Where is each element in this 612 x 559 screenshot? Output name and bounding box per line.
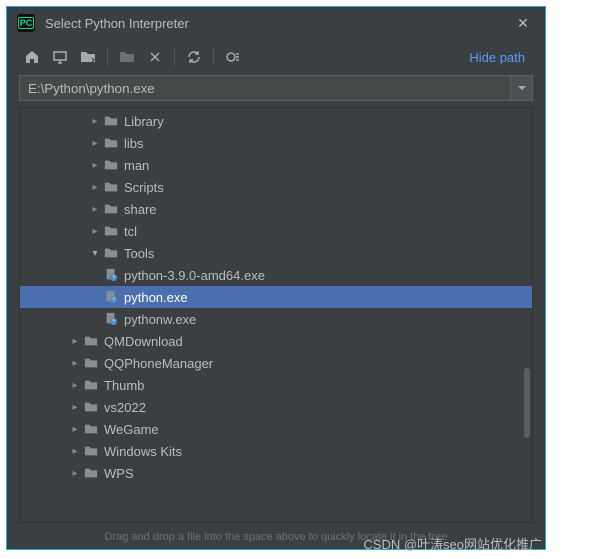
tree-folder[interactable]: ▸ WeGame <box>20 418 532 440</box>
tree-file[interactable]: ? python.exe <box>20 286 532 308</box>
tree-folder[interactable]: ▸ Scripts <box>20 176 532 198</box>
tree-folder[interactable]: ▸ tcl <box>20 220 532 242</box>
toolbar: Hide path <box>7 39 545 75</box>
expand-chevron-icon[interactable]: ▸ <box>88 226 102 237</box>
close-button[interactable]: ✕ <box>511 15 535 32</box>
titlebar: PC Select Python Interpreter ✕ <box>7 7 545 39</box>
tree-folder[interactable]: ▸ WPS <box>20 462 532 484</box>
new-folder-button <box>114 44 140 70</box>
tree-item-label: share <box>124 202 157 217</box>
tree-item-label: QMDownload <box>104 334 183 349</box>
expand-chevron-icon[interactable]: ▸ <box>68 402 82 413</box>
tree-item-label: vs2022 <box>104 400 146 415</box>
file-icon: ? <box>102 268 120 282</box>
toolbar-separator <box>174 48 175 66</box>
tree-item-label: QQPhoneManager <box>104 356 213 371</box>
tree-item-label: WPS <box>104 466 134 481</box>
folder-icon <box>82 334 100 348</box>
toolbar-separator <box>107 48 108 66</box>
home-button[interactable] <box>19 44 45 70</box>
file-icon: ? <box>102 312 120 326</box>
tree-folder[interactable]: ▸ man <box>20 154 532 176</box>
project-button[interactable] <box>75 44 101 70</box>
window-title: Select Python Interpreter <box>45 16 511 31</box>
svg-text:?: ? <box>112 297 115 303</box>
tree-folder[interactable]: ▾ Tools <box>20 242 532 264</box>
folder-icon <box>82 356 100 370</box>
expand-chevron-icon[interactable]: ▸ <box>88 204 102 215</box>
tree-item-label: tcl <box>124 224 137 239</box>
tree-item-label: pythonw.exe <box>124 312 196 327</box>
expand-chevron-icon[interactable]: ▸ <box>68 424 82 435</box>
tree-folder[interactable]: ▸ QMDownload <box>20 330 532 352</box>
folder-icon <box>102 202 120 216</box>
scrollbar-thumb[interactable] <box>524 368 530 438</box>
tree-folder[interactable]: ▸ share <box>20 198 532 220</box>
drop-hint: Drag and drop a file into the space abov… <box>7 531 545 549</box>
folder-icon <box>82 422 100 436</box>
tree-folder[interactable]: ▸ Windows Kits <box>20 440 532 462</box>
expand-chevron-icon[interactable]: ▸ <box>68 336 82 347</box>
expand-chevron-icon[interactable]: ▸ <box>68 446 82 457</box>
toolbar-separator <box>213 48 214 66</box>
path-row <box>7 75 545 107</box>
expand-chevron-icon[interactable]: ▸ <box>68 380 82 391</box>
tree-folder[interactable]: ▸ Library <box>20 110 532 132</box>
expand-chevron-icon[interactable]: ▾ <box>88 248 102 259</box>
svg-text:?: ? <box>112 319 115 325</box>
expand-chevron-icon[interactable]: ▸ <box>88 138 102 149</box>
expand-chevron-icon[interactable]: ▸ <box>88 182 102 193</box>
file-icon: ? <box>102 290 120 304</box>
tree-folder[interactable]: ▸ vs2022 <box>20 396 532 418</box>
folder-icon <box>82 466 100 480</box>
tree-file[interactable]: ? python-3.9.0-amd64.exe <box>20 264 532 286</box>
folder-icon <box>82 400 100 414</box>
refresh-button[interactable] <box>181 44 207 70</box>
tree-item-label: python-3.9.0-amd64.exe <box>124 268 265 283</box>
folder-icon <box>102 180 120 194</box>
folder-icon <box>102 114 120 128</box>
folder-icon <box>102 158 120 172</box>
tree-item-label: man <box>124 158 149 173</box>
hide-path-link[interactable]: Hide path <box>469 50 525 65</box>
pycharm-app-icon: PC <box>17 14 35 32</box>
expand-chevron-icon[interactable]: ▸ <box>88 160 102 171</box>
folder-icon <box>102 246 120 260</box>
expand-chevron-icon[interactable]: ▸ <box>68 468 82 479</box>
tree-item-label: Library <box>124 114 164 129</box>
tree-folder[interactable]: ▸ QQPhoneManager <box>20 352 532 374</box>
tree-folder[interactable]: ▸ Thumb <box>20 374 532 396</box>
tree-item-label: libs <box>124 136 144 151</box>
path-dropdown-button[interactable] <box>511 75 533 101</box>
desktop-button[interactable] <box>47 44 73 70</box>
delete-button[interactable] <box>142 44 168 70</box>
tree-item-label: python.exe <box>124 290 188 305</box>
tree-item-label: WeGame <box>104 422 159 437</box>
tree-folder[interactable]: ▸ libs <box>20 132 532 154</box>
expand-chevron-icon[interactable]: ▸ <box>68 358 82 369</box>
folder-icon <box>82 378 100 392</box>
expand-chevron-icon[interactable]: ▸ <box>88 116 102 127</box>
file-tree[interactable]: ▸ Library ▸ libs ▸ man ▸ Scripts ▸ share ▸ tcl ▾ Tool… <box>19 107 533 523</box>
folder-icon <box>102 136 120 150</box>
tree-file[interactable]: ? pythonw.exe <box>20 308 532 330</box>
path-input[interactable] <box>19 75 511 101</box>
folder-icon <box>102 224 120 238</box>
tree-item-label: Windows Kits <box>104 444 182 459</box>
svg-text:?: ? <box>112 275 115 281</box>
folder-icon <box>82 444 100 458</box>
tree-item-label: Thumb <box>104 378 144 393</box>
tree-item-label: Scripts <box>124 180 164 195</box>
show-hidden-button[interactable] <box>220 44 246 70</box>
tree-item-label: Tools <box>124 246 154 261</box>
select-interpreter-dialog: PC Select Python Interpreter ✕ Hide path <box>6 6 546 550</box>
